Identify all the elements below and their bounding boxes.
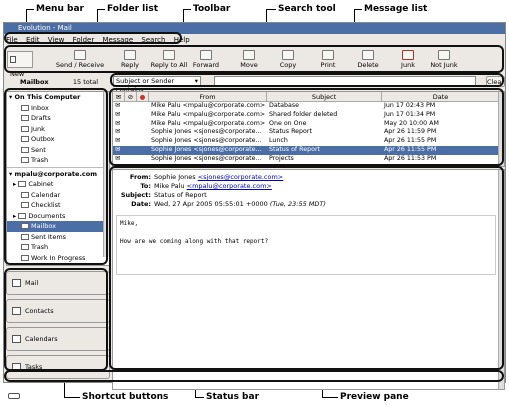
status-bar <box>4 391 505 402</box>
callout-line <box>266 9 276 10</box>
callout-line <box>97 9 105 10</box>
mailbox-header: Mailbox 15 total <box>4 76 111 88</box>
callout-folder-list: Folder list <box>107 4 158 14</box>
highlight-toolbar <box>4 45 504 73</box>
mailbox-title: Mailbox <box>20 78 49 86</box>
window-title: Evolution - Mail <box>18 24 72 32</box>
highlight-shortcuts <box>4 268 108 371</box>
callout-line <box>354 9 362 10</box>
callout-line <box>183 9 191 10</box>
callout-menu-bar: Menu bar <box>36 4 84 14</box>
highlight-status-bar <box>4 370 504 382</box>
highlight-preview <box>109 166 504 370</box>
online-status-icon[interactable] <box>8 393 20 399</box>
highlight-menu-bar <box>4 32 182 44</box>
callout-search-tool: Search tool <box>278 4 336 14</box>
callout-message-list: Message list <box>364 4 428 14</box>
highlight-message-list <box>109 88 504 166</box>
callout-toolbar: Toolbar <box>193 4 231 14</box>
highlight-folder-list <box>4 88 108 265</box>
callout-line <box>26 9 34 10</box>
mailbox-count: 15 total <box>72 78 99 86</box>
highlight-search <box>110 73 504 87</box>
